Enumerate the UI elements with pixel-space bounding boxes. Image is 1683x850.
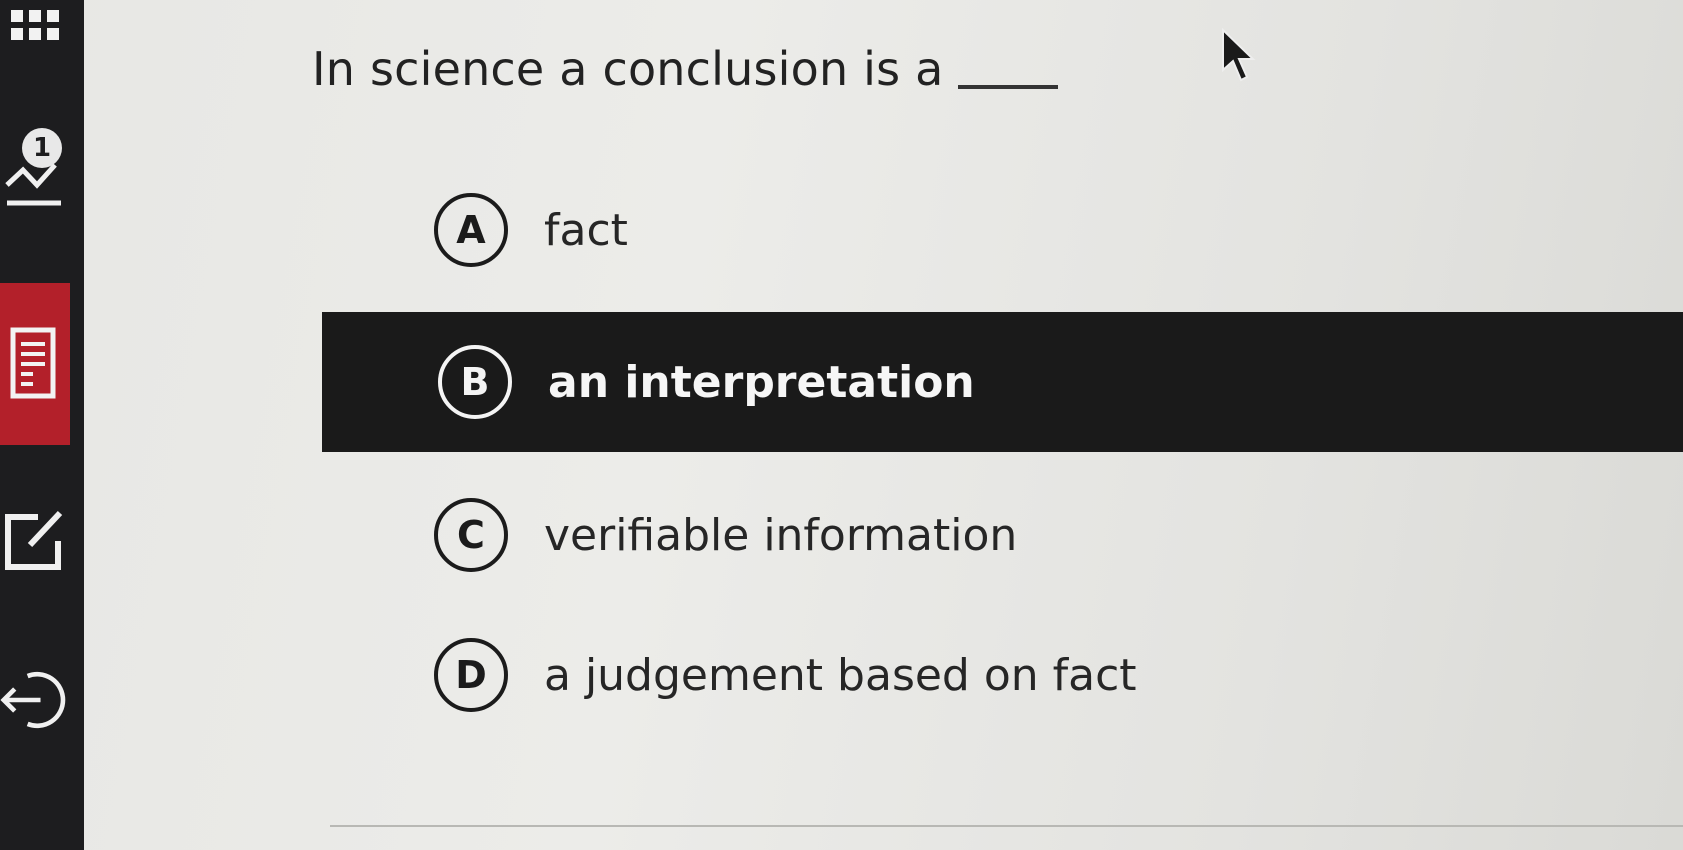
section-divider — [330, 825, 1683, 827]
exit-icon — [0, 671, 66, 729]
notification-badge: 1 — [22, 128, 62, 168]
option-letter-badge: C — [434, 498, 508, 572]
option-letter-badge: D — [434, 638, 508, 712]
edit-icon — [5, 510, 63, 570]
grid-menu-icon — [11, 10, 59, 40]
answer-option-c[interactable]: C verifiable information — [322, 470, 1683, 600]
answer-option-a[interactable]: A fact — [322, 165, 1683, 295]
question-panel: In science a conclusion is a A fact B an… — [84, 0, 1683, 850]
option-text: a judgement based on fact — [544, 649, 1137, 701]
answer-blank — [957, 85, 1058, 89]
option-text: fact — [544, 204, 628, 256]
option-letter-badge: A — [434, 193, 508, 267]
answer-option-d[interactable]: D a judgement based on fact — [322, 610, 1683, 740]
question-prompt: In science a conclusion is a — [312, 42, 1058, 96]
left-toolbar: 1 — [0, 0, 84, 850]
exit-button[interactable] — [0, 650, 70, 750]
notes-button[interactable] — [0, 283, 70, 445]
question-text: In science a conclusion is a — [312, 42, 944, 96]
mouse-pointer-icon — [1222, 28, 1256, 82]
option-text: verifiable information — [544, 509, 1018, 561]
answer-option-b-selected[interactable]: B an interpretation — [322, 312, 1683, 452]
option-letter-badge: B — [438, 345, 512, 419]
notes-icon — [10, 327, 56, 399]
notifications-button[interactable]: 1 — [0, 120, 70, 220]
quiz-screen: 1 In science a conclusion is a A fact B … — [0, 0, 1683, 850]
edit-button[interactable] — [0, 500, 70, 580]
grid-menu-button[interactable] — [0, 0, 70, 50]
option-text: an interpretation — [548, 356, 975, 408]
